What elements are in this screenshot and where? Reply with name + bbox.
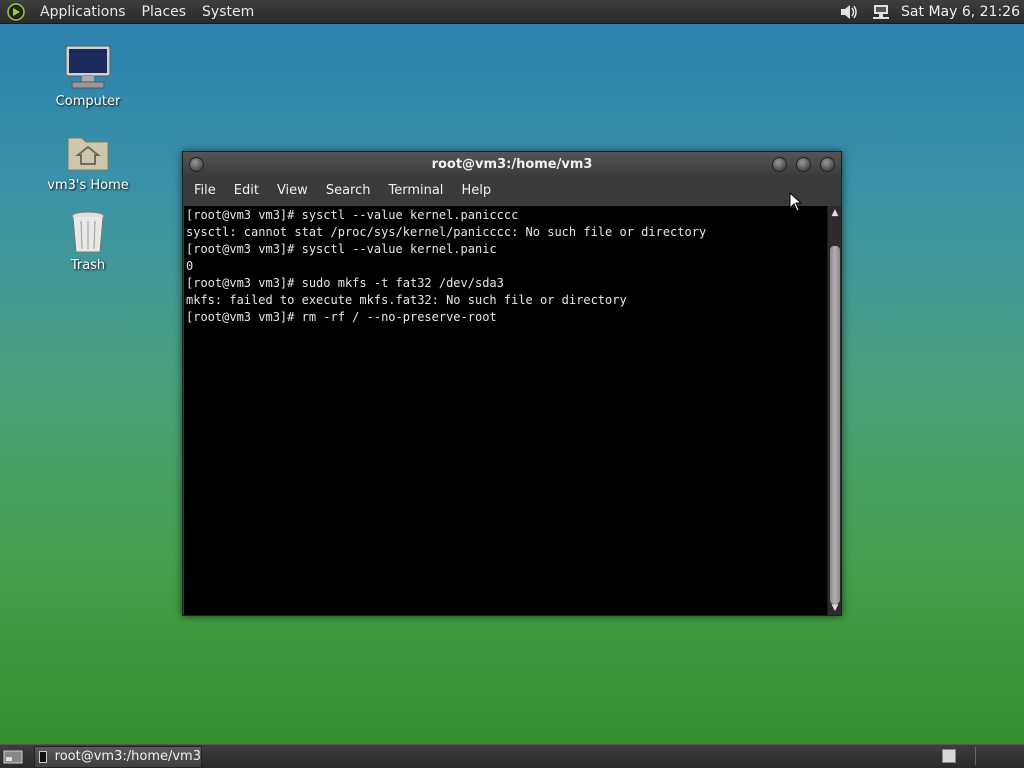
- minimize-button[interactable]: [772, 157, 787, 172]
- desktop-icon-label: vm3's Home: [47, 178, 129, 193]
- terminal-icon: [39, 750, 47, 763]
- terminal-line: mkfs: failed to execute mkfs.fat32: No s…: [186, 293, 627, 307]
- taskbar-button-label: root@vm3:/home/vm3: [54, 749, 201, 764]
- scroll-thumb[interactable]: [830, 246, 840, 604]
- desktop-icon-trash[interactable]: Trash: [40, 208, 136, 273]
- close-button[interactable]: [820, 157, 835, 172]
- menu-file[interactable]: File: [185, 177, 225, 205]
- desktop-icon-label: Computer: [55, 94, 121, 109]
- clock[interactable]: Sat May 6, 21:26: [901, 4, 1020, 20]
- tray-area: Sat May 6, 21:26: [833, 0, 1024, 24]
- panel-separator: [975, 747, 976, 765]
- terminal-output[interactable]: [root@vm3 vm3]# sysctl --value kernel.pa…: [184, 206, 827, 615]
- window-title: root@vm3:/home/vm3: [431, 157, 593, 172]
- computer-icon: [64, 44, 112, 92]
- terminal-line: 0: [186, 259, 194, 273]
- terminal-menubar: File Edit View Search Terminal Help: [183, 177, 841, 205]
- taskbar-terminal-button[interactable]: root@vm3:/home/vm3: [34, 745, 202, 768]
- scroll-down-arrow-icon[interactable]: ▼: [830, 603, 840, 613]
- volume-icon[interactable]: [839, 2, 859, 22]
- window-titlebar[interactable]: root@vm3:/home/vm3: [183, 152, 841, 177]
- places-menu[interactable]: Places: [134, 0, 195, 24]
- applications-menu[interactable]: Applications: [32, 0, 134, 24]
- bottom-panel: root@vm3:/home/vm3: [0, 744, 1024, 768]
- terminal-line: [root@vm3 vm3]# rm -rf / --no-preserve-r…: [186, 310, 497, 324]
- trash-icon: [64, 208, 112, 256]
- terminal-window[interactable]: root@vm3:/home/vm3 File Edit View Search…: [182, 151, 842, 616]
- menu-help[interactable]: Help: [452, 177, 500, 205]
- desktop-icon-home[interactable]: vm3's Home: [40, 128, 136, 193]
- menu-edit[interactable]: Edit: [225, 177, 268, 205]
- terminal-line: [root@vm3 vm3]# sudo mkfs -t fat32 /dev/…: [186, 276, 504, 290]
- top-panel: Applications Places System Sat May 6, 21…: [0, 0, 1024, 24]
- menu-view[interactable]: View: [268, 177, 317, 205]
- show-desktop-icon[interactable]: [2, 747, 24, 767]
- distro-logo-icon[interactable]: [6, 2, 26, 22]
- network-icon[interactable]: [871, 2, 891, 22]
- terminal-line: [root@vm3 vm3]# sysctl --value kernel.pa…: [186, 208, 519, 222]
- maximize-button[interactable]: [796, 157, 811, 172]
- vertical-scrollbar[interactable]: ▲ ▼: [827, 206, 841, 615]
- home-folder-icon: [64, 128, 112, 176]
- menu-search[interactable]: Search: [317, 177, 380, 205]
- menu-terminal[interactable]: Terminal: [379, 177, 452, 205]
- system-menu[interactable]: System: [194, 0, 262, 24]
- desktop-icon-label: Trash: [70, 258, 106, 273]
- terminal-line: sysctl: cannot stat /proc/sys/kernel/pan…: [186, 225, 707, 239]
- terminal-line: [root@vm3 vm3]# sysctl --value kernel.pa…: [186, 242, 497, 256]
- window-menu-button[interactable]: [189, 157, 204, 172]
- scroll-up-arrow-icon[interactable]: ▲: [830, 208, 840, 218]
- mouse-pointer-icon: [789, 191, 803, 212]
- workspace-switcher[interactable]: [942, 749, 956, 763]
- desktop-icon-computer[interactable]: Computer: [40, 44, 136, 109]
